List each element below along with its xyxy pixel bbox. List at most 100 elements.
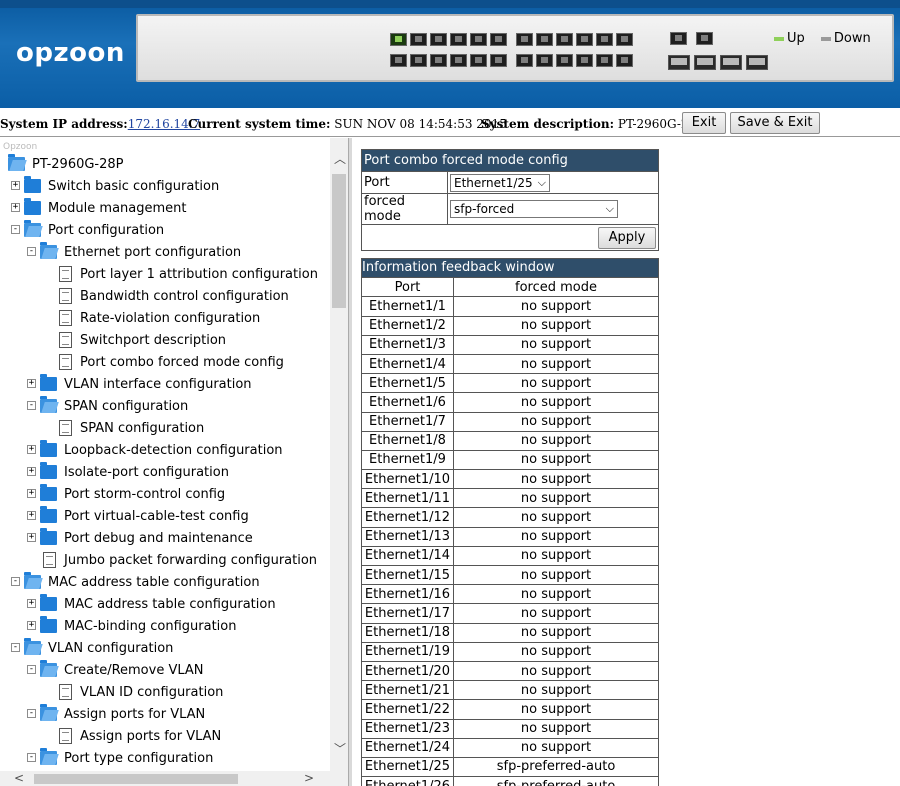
tree-vertical-scrollbar[interactable]: ︿ ﹀ (330, 138, 348, 771)
ethernet-port-icon[interactable] (410, 54, 427, 67)
tree-node[interactable]: - MAC address table configuration (0, 572, 330, 594)
ethernet-port-icon[interactable] (596, 54, 613, 67)
expand-icon[interactable]: + (27, 445, 36, 454)
ethernet-port-icon[interactable] (616, 54, 633, 67)
tree-node[interactable]: Port combo forced mode config (0, 352, 330, 374)
tree-node[interactable]: Rate-violation configuration (0, 308, 330, 330)
tree-node[interactable]: - Assign ports for VLAN (0, 704, 330, 726)
expand-icon[interactable]: + (27, 533, 36, 542)
sfp-port-icon[interactable] (668, 55, 690, 70)
tree-node-label[interactable]: MAC address table configuration (64, 597, 276, 612)
ethernet-port-icon[interactable] (576, 54, 593, 67)
tree-node[interactable]: + Switch basic configuration (0, 176, 330, 198)
ethernet-port-icon[interactable] (430, 33, 447, 46)
tree-node[interactable]: PT-2960G-28P (0, 154, 330, 176)
ethernet-port-icon[interactable] (516, 54, 533, 67)
tree-node-label[interactable]: MAC address table configuration (48, 575, 260, 590)
tree-node[interactable]: + Port virtual-cable-test config (0, 506, 330, 528)
tree-node-label[interactable]: Ethernet port configuration (64, 245, 241, 260)
tree-node[interactable]: + MAC address table configuration (0, 594, 330, 616)
tree-node[interactable]: - SPAN configuration (0, 396, 330, 418)
tree-node[interactable]: + Loopback-detection configuration (0, 440, 330, 462)
tree-node[interactable]: - Port type configuration (0, 748, 330, 770)
exit-button[interactable]: Exit (682, 112, 726, 134)
tree-node[interactable]: SPAN configuration (0, 418, 330, 440)
tree-node-label[interactable]: VLAN configuration (48, 641, 173, 656)
ethernet-port-icon[interactable] (390, 54, 407, 67)
collapse-icon[interactable]: - (27, 665, 36, 674)
tree-horizontal-scrollbar[interactable]: < > (0, 771, 348, 786)
tree-vertical-scroll-thumb[interactable] (332, 174, 346, 308)
combo-port-icon[interactable] (670, 32, 687, 45)
sfp-port-icon[interactable] (694, 55, 716, 70)
ethernet-port-icon[interactable] (556, 54, 573, 67)
tree-node[interactable]: - VLAN configuration (0, 638, 330, 660)
tree-node-label[interactable]: PT-2960G-28P (32, 157, 124, 172)
tree-node-label[interactable]: Isolate-port configuration (64, 465, 229, 480)
port-select[interactable]: Ethernet1/25 ⌵ (450, 173, 550, 192)
tree-node-label[interactable]: Assign ports for VLAN (64, 707, 205, 722)
tree-node-label[interactable]: Switchport description (80, 333, 226, 348)
tree-node[interactable]: + MAC-binding configuration (0, 616, 330, 638)
tree-node-label[interactable]: Bandwidth control configuration (80, 289, 289, 304)
ethernet-port-icon[interactable] (430, 54, 447, 67)
expand-icon[interactable]: + (11, 203, 20, 212)
tree-node[interactable]: + Port storm-control config (0, 484, 330, 506)
expand-icon[interactable]: + (27, 379, 36, 388)
sfp-port-icon[interactable] (746, 55, 768, 70)
ethernet-port-icon[interactable] (450, 54, 467, 67)
tree-node-label[interactable]: MAC-binding configuration (64, 619, 236, 634)
tree-node[interactable]: + Isolate-port configuration (0, 462, 330, 484)
tree-node-label[interactable]: Switch basic configuration (48, 179, 219, 194)
save-exit-button[interactable]: Save & Exit (730, 112, 820, 134)
scroll-down-icon[interactable]: ﹀ (334, 740, 346, 757)
tree-node[interactable]: Bandwidth control configuration (0, 286, 330, 308)
expand-icon[interactable]: + (27, 599, 36, 608)
tree-node[interactable]: Switchport description (0, 330, 330, 352)
collapse-icon[interactable]: - (11, 577, 20, 586)
tree-node-label[interactable]: SPAN configuration (64, 399, 188, 414)
sfp-port-icon[interactable] (720, 55, 742, 70)
tree-node-label[interactable]: Loopback-detection configuration (64, 443, 283, 458)
tree-node-label[interactable]: Port type configuration (64, 751, 213, 766)
tree-node-label[interactable]: Port configuration (48, 223, 164, 238)
ethernet-port-icon[interactable] (470, 33, 487, 46)
tree-node[interactable]: + Module management (0, 198, 330, 220)
scroll-right-icon[interactable]: > (304, 771, 314, 785)
ethernet-port-icon[interactable] (490, 54, 507, 67)
tree-node[interactable]: - Create/Remove VLAN (0, 660, 330, 682)
tree-node-label[interactable]: Rate-violation configuration (80, 311, 260, 326)
ethernet-port-icon[interactable] (576, 33, 593, 46)
expand-icon[interactable]: + (27, 621, 36, 630)
expand-icon[interactable]: + (27, 467, 36, 476)
collapse-icon[interactable]: - (27, 753, 36, 762)
scroll-up-icon[interactable]: ︿ (334, 150, 346, 167)
expand-icon[interactable]: + (27, 489, 36, 498)
tree-node-label[interactable]: Port debug and maintenance (64, 531, 253, 546)
apply-button[interactable]: Apply (598, 226, 656, 249)
ethernet-port-icon[interactable] (516, 33, 533, 46)
ethernet-port-icon[interactable] (556, 33, 573, 46)
tree-node-label[interactable]: Module management (48, 201, 187, 216)
collapse-icon[interactable]: - (27, 709, 36, 718)
collapse-icon[interactable]: - (11, 225, 20, 234)
ethernet-port-icon[interactable] (596, 33, 613, 46)
tree-node[interactable]: Assign ports for VLAN (0, 726, 330, 748)
tree-node-label[interactable]: Port storm-control config (64, 487, 225, 502)
tree-horizontal-scroll-thumb[interactable] (34, 774, 238, 784)
ethernet-port-icon[interactable] (536, 33, 553, 46)
tree-node-label[interactable]: Port virtual-cable-test config (64, 509, 249, 524)
tree-node[interactable]: + VLAN interface configuration (0, 374, 330, 396)
tree-node-label[interactable]: VLAN interface configuration (64, 377, 252, 392)
ethernet-port-icon[interactable] (470, 54, 487, 67)
expand-icon[interactable]: + (27, 511, 36, 520)
tree-node-label[interactable]: SPAN configuration (80, 421, 204, 436)
ethernet-port-icon[interactable] (536, 54, 553, 67)
combo-port-icon[interactable] (696, 32, 713, 45)
collapse-icon[interactable]: - (27, 247, 36, 256)
tree-node[interactable]: VLAN ID configuration (0, 682, 330, 704)
tree-node-label[interactable]: Jumbo packet forwarding configuration (64, 553, 317, 568)
tree-node[interactable]: - Ethernet port configuration (0, 242, 330, 264)
tree-node-label[interactable]: Assign ports for VLAN (80, 729, 221, 744)
tree-node-label[interactable]: VLAN ID configuration (80, 685, 223, 700)
